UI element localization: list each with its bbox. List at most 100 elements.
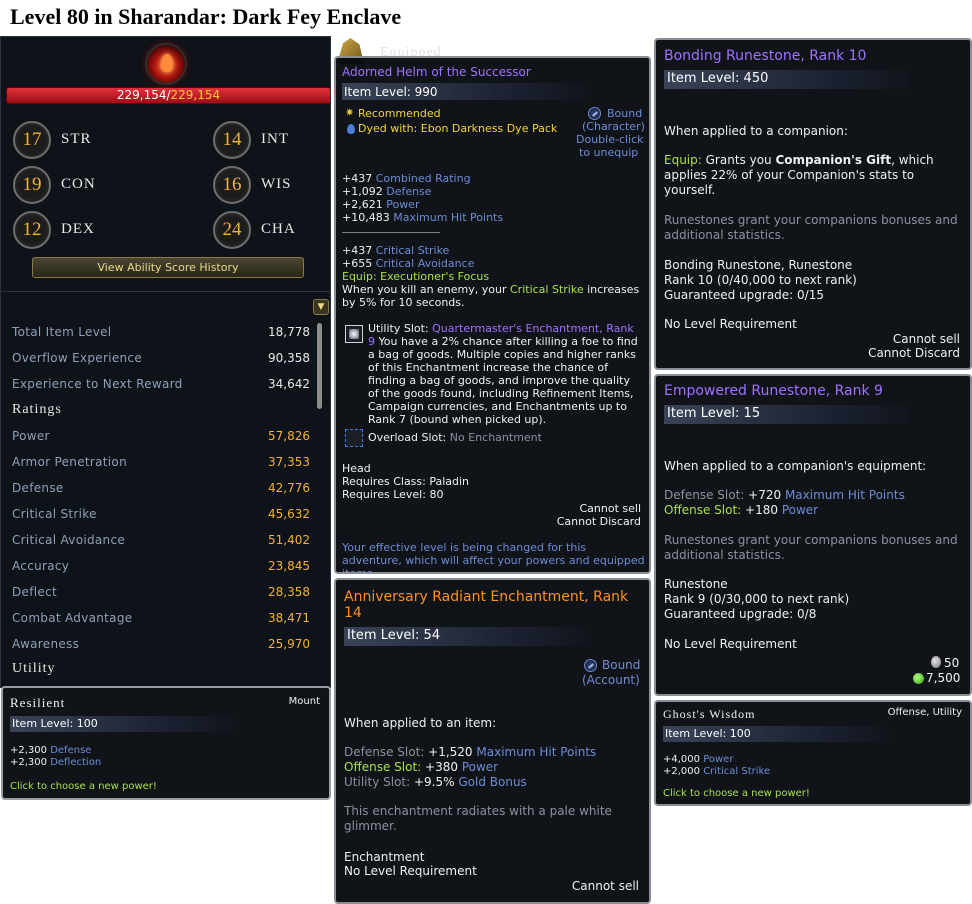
rank-progress: Rank 9 (0/30,000 to next rank): [664, 592, 850, 606]
choose-power-link[interactable]: Click to choose a new power!: [10, 781, 157, 793]
rating-row: Defense 42,776: [12, 481, 310, 497]
divider: [1, 291, 330, 292]
ability-cha: 24 CHA: [213, 211, 330, 251]
rating-value: 51,402: [268, 533, 310, 547]
cannot-sell: Cannot sell: [892, 332, 960, 346]
rating-row: Awareness 25,970: [12, 637, 310, 653]
stat-line: +437 Combined Rating: [342, 172, 503, 185]
scrollbar[interactable]: [317, 323, 322, 409]
choose-power-link[interactable]: Click to choose a new power!: [663, 788, 810, 800]
stat-name: Maximum Hit Points: [393, 211, 504, 224]
cannot-discard: Cannot Discard: [868, 346, 960, 360]
stat-label: Total Item Level: [12, 325, 112, 339]
overload-slot-line: Overload Slot: No Enchantment: [368, 431, 542, 445]
dye-line: Dyed with: Ebon Darkness Dye Pack: [358, 123, 557, 135]
slot-label: Utility Slot:: [344, 775, 411, 789]
rating-value: 57,826: [268, 429, 310, 443]
rating-value: 38,471: [268, 611, 310, 625]
stat-line: +2,300 Deflection: [10, 757, 101, 769]
slot-value: +380: [425, 760, 458, 774]
offense-slot-line: Offense Slot: +180 Power: [664, 503, 818, 517]
ghosts-wisdom-power-tooltip: Ghost's Wisdom Offense, Utility Item Lev…: [654, 700, 972, 806]
dye-drop-icon: [347, 124, 355, 134]
empty-slot-icon: [345, 429, 363, 447]
slot-label: Defense Slot:: [664, 488, 745, 502]
rating-row: Accuracy 23,845: [12, 559, 310, 575]
equip-label: Equip:: [342, 270, 377, 283]
stat-value: +2,000: [663, 766, 701, 777]
item-level: Item Level: 450: [664, 70, 914, 89]
stat-line: +437 Critical Strike: [342, 244, 489, 257]
base-stats: +437 Combined Rating +1,092 Defense +2,6…: [342, 172, 503, 224]
hit-points-bar: 229,154/229,154: [6, 87, 330, 104]
flavor-text: This enchantment radiates with a pale wh…: [344, 804, 612, 833]
flavor-text: Runestones grant your companions bonuses…: [664, 533, 958, 562]
rating-row: Power 57,826: [12, 429, 310, 445]
dye-name: Ebon Darkness Dye Pack: [420, 122, 558, 135]
enchantment-tooltip: Anniversary Radiant Enchantment, Rank 14…: [334, 578, 651, 904]
slot-value: +720: [748, 488, 782, 502]
power-type: Mount: [288, 696, 320, 707]
ability-label: CON: [61, 176, 96, 192]
rating-label: Deflect: [12, 585, 57, 599]
stat-line: +2,621 Power: [342, 198, 503, 211]
cannot-sell: Cannot sell: [579, 502, 641, 515]
equipped-helm-tooltip: Adorned Helm of the Successor Item Level…: [334, 56, 651, 574]
collapse-toggle-button[interactable]: ▼: [313, 299, 329, 315]
level-requirement: No Level Requirement: [664, 317, 797, 331]
double-click-hint: Double-click: [576, 133, 644, 146]
rating-value: 28,358: [268, 585, 310, 599]
rating-row: Combat Advantage 38,471: [12, 611, 310, 627]
slot-stat: Power: [781, 503, 819, 517]
equip-name: Executioner's Focus: [380, 270, 490, 283]
rating-label: Critical Avoidance: [12, 533, 126, 547]
bound-label: Bound: [602, 658, 641, 672]
ability-label: DEX: [61, 221, 95, 237]
requires-class: Requires Class: Paladin: [342, 475, 470, 488]
shield-bind-icon: [584, 659, 597, 672]
defense-slot-line: Defense Slot: +1,520 Maximum Hit Points: [344, 745, 596, 759]
desc-highlight: Critical Strike: [510, 283, 584, 296]
price-silver: 50: [944, 656, 960, 670]
level-requirement: No Level Requirement: [344, 864, 477, 878]
star-icon: ✷: [345, 106, 355, 119]
stat-value: +10,483: [342, 211, 390, 224]
slot-value: +180: [745, 503, 778, 517]
item-level: Item Level: 15: [664, 405, 914, 424]
slot-stat: Power: [461, 760, 499, 774]
bonding-runestone-tooltip: Bonding Runestone, Rank 10 Item Level: 4…: [654, 38, 972, 370]
rating-label: Combat Advantage: [12, 611, 133, 625]
utility-slot-label: Utility Slot:: [368, 322, 429, 335]
stat-name: Deflection: [50, 757, 102, 768]
dyed-label: Dyed with:: [358, 122, 418, 135]
ability-score: 19: [13, 166, 51, 204]
bound-label: Bound: [607, 107, 643, 120]
requirements: Head Requires Class: Paladin Requires Le…: [342, 462, 469, 501]
stat-name: Power: [703, 754, 734, 765]
rating-row: Critical Avoidance 51,402: [12, 533, 310, 549]
cannot-sell: Cannot sell: [571, 879, 639, 893]
stat-name: Combined Rating: [375, 172, 471, 185]
astral-diamond-icon: [913, 673, 924, 684]
item-name: Empowered Runestone, Rank 9: [664, 383, 883, 399]
stat-value: +4,000: [663, 754, 701, 765]
stat-name: Critical Strike: [375, 244, 450, 257]
utility-slot-desc: You have a 2% chance after killing a foe…: [368, 335, 638, 426]
stat-name: Defense: [50, 745, 92, 756]
resilient-power-tooltip: Resilient Mount Item Level: 100 +2,300 D…: [1, 686, 331, 800]
slot-label: Defense Slot:: [344, 745, 425, 759]
stat-name: Power: [386, 198, 420, 211]
rating-label: Power: [12, 429, 50, 443]
equip-text: Grants you: [701, 153, 776, 167]
ability-wis: 16 WIS: [213, 166, 330, 206]
unequip-hint: to unequip: [579, 146, 639, 159]
slot-stat: Maximum Hit Points: [476, 745, 597, 759]
view-ability-history-button[interactable]: View Ability Score History: [32, 257, 304, 278]
equip-description: When you kill an enemy, your Critical St…: [342, 283, 642, 309]
stat-line: +2,300 Defense: [10, 745, 91, 757]
stat-value: +1,092: [342, 185, 383, 198]
ability-score: 17: [13, 121, 51, 159]
ability-label: STR: [61, 131, 92, 147]
item-slot: Head: [342, 462, 371, 475]
item-level: Item Level: 100: [10, 716, 240, 732]
